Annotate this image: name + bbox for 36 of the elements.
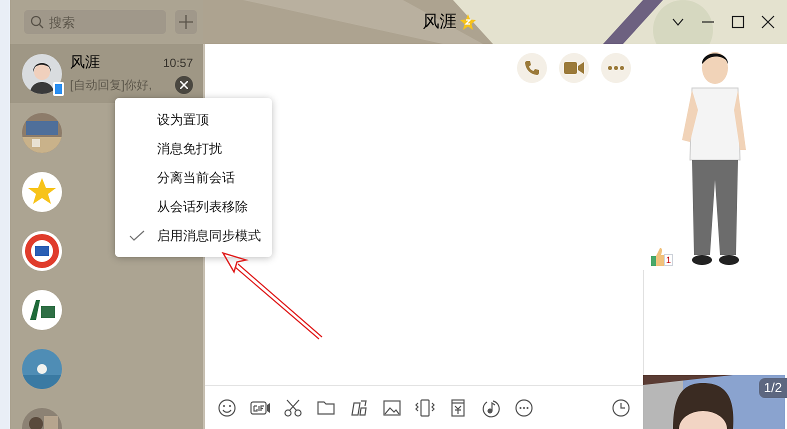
vibrate-phone-icon[interactable] xyxy=(415,398,435,418)
contact-name: 风涯 xyxy=(70,53,100,74)
photo-counter: 1/2 xyxy=(758,378,787,398)
like-count: 1 xyxy=(664,254,674,266)
voice-call-button[interactable] xyxy=(517,53,547,83)
window-title: 风涯 xyxy=(422,11,456,34)
more-icon[interactable] xyxy=(514,398,534,418)
message-preview: [自动回复]你好, xyxy=(70,76,152,94)
more-icon xyxy=(608,66,624,70)
search-icon xyxy=(30,15,44,29)
message-time: 10:57 xyxy=(162,55,193,72)
menu-item[interactable]: 分离当前会话 xyxy=(115,163,272,192)
music-note-icon[interactable] xyxy=(481,398,501,418)
maximize-icon[interactable] xyxy=(731,15,745,29)
menu-item[interactable]: 从会话列表移除 xyxy=(115,192,272,221)
search-field[interactable]: 搜索 xyxy=(24,10,166,34)
phone-icon xyxy=(524,60,540,76)
more-button[interactable] xyxy=(601,53,631,83)
remove-button[interactable] xyxy=(175,76,193,94)
image-icon[interactable] xyxy=(382,398,402,418)
video-camera-icon xyxy=(564,61,584,75)
menu-item[interactable]: 启用消息同步模式 xyxy=(115,221,272,250)
emoji-icon[interactable] xyxy=(217,398,237,418)
tiles-icon[interactable] xyxy=(349,398,369,418)
plus-icon xyxy=(179,15,193,29)
close-icon xyxy=(180,80,188,89)
add-button[interactable] xyxy=(175,10,197,34)
thumbs-up-icon[interactable] xyxy=(651,248,667,266)
menu-item[interactable]: 设为置顶 xyxy=(115,105,272,134)
menu-item[interactable]: 消息免打扰 xyxy=(115,134,272,163)
star-icon xyxy=(460,14,476,30)
close-icon[interactable] xyxy=(761,15,775,29)
conversation-item[interactable]: 风涯 10:57 [自动回复]你好, xyxy=(10,44,203,103)
video-call-button[interactable] xyxy=(559,53,589,83)
clock-icon[interactable] xyxy=(611,398,631,418)
scissors-icon[interactable] xyxy=(283,398,303,418)
